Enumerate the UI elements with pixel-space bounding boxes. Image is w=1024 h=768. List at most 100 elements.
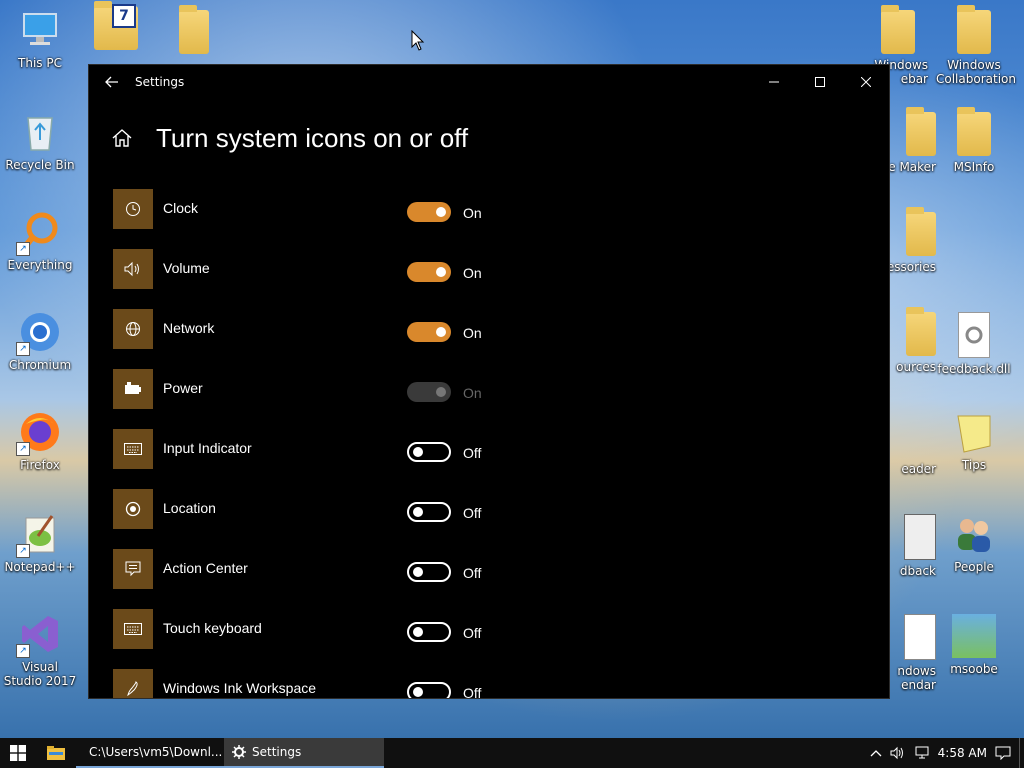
- show-desktop-button[interactable]: [1019, 738, 1024, 768]
- desktop-icon-label: Everything: [7, 258, 73, 272]
- desktop-icon-label: Windows Collaboration: [936, 58, 1016, 86]
- home-icon[interactable]: [111, 127, 135, 151]
- setting-row-windows-ink: Windows Ink Workspace Off: [113, 669, 813, 698]
- pen-icon: [113, 669, 153, 698]
- volume-tray-button[interactable]: [890, 746, 906, 760]
- network-icon: [915, 746, 929, 759]
- magnifier-icon: ↗: [16, 210, 62, 256]
- desktop-icon-visual-studio[interactable]: ↗ Visual Studio 2017: [2, 612, 78, 688]
- input-indicator-toggle[interactable]: [407, 442, 451, 462]
- maximize-button[interactable]: [797, 65, 843, 99]
- taskbar-app-label: C:\Users\vm5\Downl...: [89, 745, 223, 759]
- toggle-state: On: [463, 205, 482, 221]
- shortcut-arrow-icon: ↗: [16, 644, 30, 658]
- gear-icon: [232, 745, 246, 759]
- toggle-state: On: [463, 385, 482, 401]
- visual-studio-icon: ↗: [16, 612, 62, 658]
- taskbar-clock[interactable]: 4:58 AM: [938, 746, 987, 760]
- chevron-up-icon: [870, 750, 882, 757]
- keyboard-icon: [113, 609, 153, 649]
- folder-icon: [179, 5, 209, 54]
- action-center-button[interactable]: [995, 746, 1011, 760]
- folder-icon: [881, 5, 915, 54]
- windows-ink-toggle[interactable]: [407, 682, 451, 698]
- desktop-icon-chromium[interactable]: ↗ Chromium: [2, 310, 78, 372]
- desktop-icon-label: Notepad++: [4, 560, 76, 574]
- minimize-button[interactable]: [751, 65, 797, 99]
- network-toggle[interactable]: [407, 322, 451, 342]
- taskbar: 7 C:\Users\vm5\Downl... Settings 4:58 AM: [0, 738, 1024, 768]
- setting-label: Windows Ink Workspace: [163, 680, 317, 696]
- back-arrow-icon: [105, 76, 118, 88]
- desktop-icon-msinfo[interactable]: MSInfo: [936, 107, 1012, 174]
- desktop-icon-msoobe[interactable]: msoobe: [936, 614, 1012, 676]
- desktop-icon-label: Visual Studio 2017: [3, 660, 77, 688]
- folder-icon: 7: [94, 1, 138, 50]
- file-explorer-button[interactable]: [36, 738, 76, 768]
- folder-icon: [906, 207, 936, 256]
- gear-file-icon: [958, 312, 990, 358]
- close-button[interactable]: [843, 65, 889, 99]
- desktop-icon-recycle-bin[interactable]: Recycle Bin: [2, 110, 78, 172]
- start-button[interactable]: [0, 738, 36, 768]
- power-toggle: [407, 382, 451, 402]
- desktop-icon-folder-7[interactable]: 7: [78, 1, 154, 54]
- setting-row-power: Power On: [113, 369, 813, 429]
- setting-row-action-center: Action Center Off: [113, 549, 813, 609]
- desktop-icon-this-pc[interactable]: This PC: [2, 8, 78, 70]
- setting-row-network: Network On: [113, 309, 813, 369]
- settings-window: Settings Turn system icons on or off Clo…: [88, 64, 890, 699]
- action-center-toggle[interactable]: [407, 562, 451, 582]
- title-bar[interactable]: Settings: [89, 65, 889, 99]
- folder-icon: [47, 746, 65, 760]
- toggle-state: On: [463, 265, 482, 281]
- close-icon: [861, 77, 871, 87]
- desktop-icon-tips[interactable]: Tips: [936, 410, 1012, 472]
- location-toggle[interactable]: [407, 502, 451, 522]
- page-title: Turn system icons on or off: [156, 123, 469, 153]
- back-button[interactable]: [89, 65, 135, 99]
- toggle-state: On: [463, 325, 482, 341]
- touch-keyboard-toggle[interactable]: [407, 622, 451, 642]
- folder-icon: [906, 107, 936, 156]
- speaker-icon: [890, 746, 903, 760]
- desktop-icon-everything[interactable]: ↗ Everything: [2, 210, 78, 272]
- taskbar-app-notepad[interactable]: 7 C:\Users\vm5\Downl...: [76, 738, 224, 768]
- people-icon: [952, 512, 996, 556]
- toggle-state: Off: [463, 565, 482, 581]
- desktop-icon-label: MSInfo: [953, 160, 995, 174]
- desktop-icon-notepadpp[interactable]: ↗ Notepad++: [2, 512, 78, 574]
- volume-toggle[interactable]: [407, 262, 451, 282]
- desktop-icon-label: Chromium: [8, 358, 72, 372]
- globe-icon: [113, 309, 153, 349]
- toggle-state: Off: [463, 445, 482, 461]
- desktop-icon-label: Tips: [961, 458, 987, 472]
- windows-logo-icon: [10, 745, 26, 761]
- desktop-icon-feedback-dll[interactable]: feedback.dll: [936, 312, 1012, 376]
- desktop-icon-firefox[interactable]: ↗ Firefox: [2, 410, 78, 472]
- desktop-icon-label: Recycle Bin: [5, 158, 75, 172]
- setting-label: Volume: [163, 260, 210, 276]
- setting-label: Power: [163, 380, 203, 396]
- setting-label: Action Center: [163, 560, 248, 576]
- desktop-icon-folder[interactable]: [156, 5, 232, 58]
- network-tray-button[interactable]: [914, 746, 930, 760]
- show-hidden-icons-button[interactable]: [870, 749, 882, 757]
- taskbar-app-settings[interactable]: Settings: [224, 738, 384, 768]
- note-icon: [952, 410, 996, 454]
- folder-icon: [957, 5, 991, 54]
- folder-icon: [957, 107, 991, 156]
- notepadpp-icon: ↗: [16, 512, 62, 558]
- setting-label: Touch keyboard: [163, 620, 262, 636]
- desktop-icon-people[interactable]: People: [936, 512, 1012, 574]
- window-title: Settings: [135, 75, 185, 89]
- mouse-cursor-icon: [411, 29, 425, 56]
- clock-toggle[interactable]: [407, 202, 451, 222]
- desktop-icon-windows-collaboration[interactable]: Windows Collaboration: [936, 5, 1016, 86]
- shortcut-arrow-icon: ↗: [16, 442, 30, 456]
- setting-label: Clock: [163, 200, 199, 216]
- setting-label: Network: [163, 320, 215, 336]
- maximize-icon: [815, 77, 825, 87]
- desktop-icon-label: msoobe: [950, 662, 998, 676]
- recycle-bin-icon: [18, 110, 62, 154]
